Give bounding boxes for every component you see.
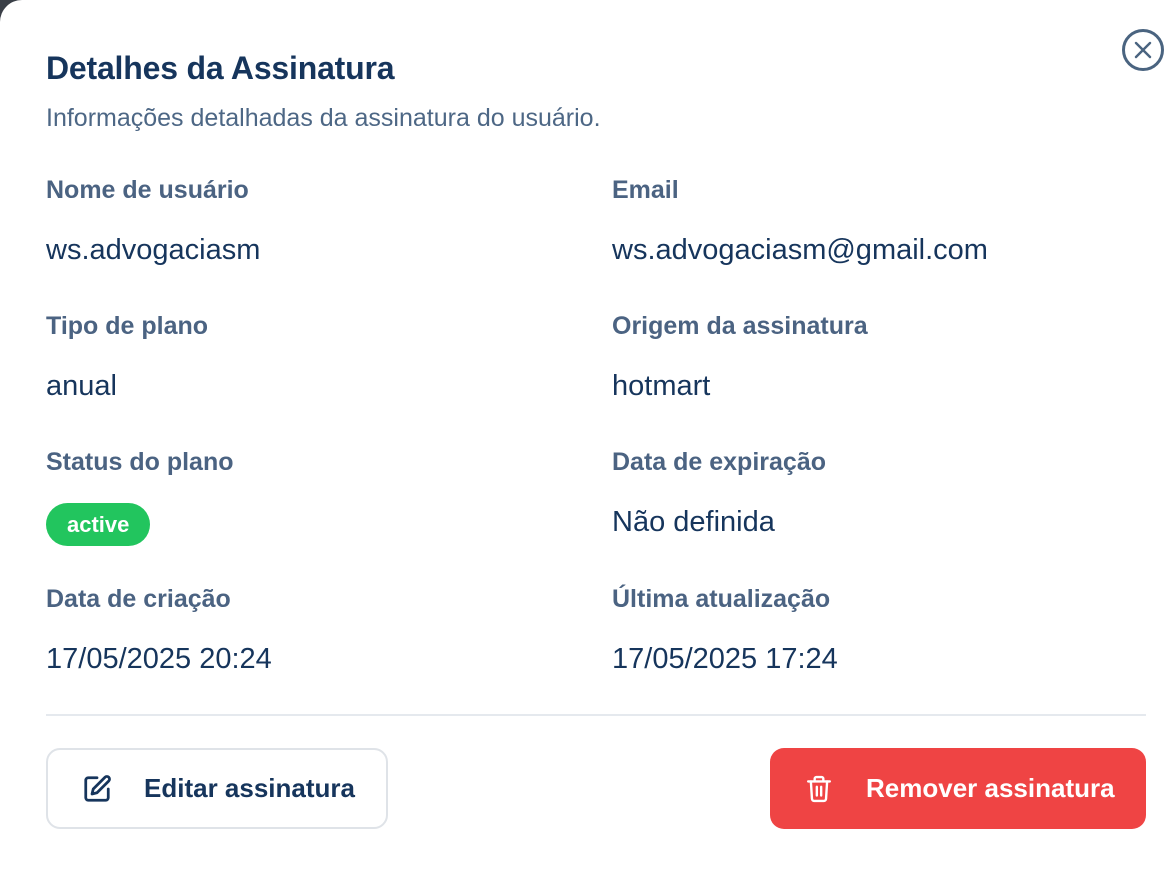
plan-type-label: Tipo de plano: [46, 312, 209, 340]
close-icon: [1133, 40, 1153, 60]
email-value: ws.advogaciasm@gmail.com: [612, 234, 988, 266]
expiration-date-label: Data de expiração: [612, 448, 826, 476]
subscription-origin-value: hotmart: [612, 370, 711, 402]
plan-status-label: Status do plano: [46, 448, 234, 476]
remove-subscription-button[interactable]: Remover assinatura: [770, 748, 1146, 829]
dialog-title: Detalhes da Assinatura: [46, 50, 395, 86]
edit-subscription-label: Editar assinatura: [144, 773, 355, 803]
subscription-details-dialog: Detalhes da Assinatura Informações detal…: [0, 0, 1168, 880]
remove-subscription-label: Remover assinatura: [866, 773, 1115, 803]
dialog-subtitle: Informações detalhadas da assinatura do …: [46, 104, 601, 132]
last-update-label: Última atualização: [612, 585, 831, 613]
creation-date-label: Data de criação: [46, 585, 231, 613]
edit-icon: [82, 774, 112, 804]
expiration-date-value: Não definida: [612, 506, 775, 538]
edit-subscription-button[interactable]: Editar assinatura: [46, 748, 388, 829]
status-badge: active: [46, 503, 151, 546]
creation-date-value: 17/05/2025 20:24: [46, 643, 272, 675]
close-button[interactable]: [1122, 29, 1164, 71]
username-label: Nome de usuário: [46, 176, 249, 204]
subscription-origin-label: Origem da assinatura: [612, 312, 868, 340]
footer-divider: [46, 714, 1146, 716]
last-update-value: 17/05/2025 17:24: [612, 643, 838, 675]
trash-icon: [806, 774, 832, 804]
plan-type-value: anual: [46, 370, 117, 402]
email-label: Email: [612, 176, 679, 204]
username-value: ws.advogaciasm: [46, 234, 261, 266]
